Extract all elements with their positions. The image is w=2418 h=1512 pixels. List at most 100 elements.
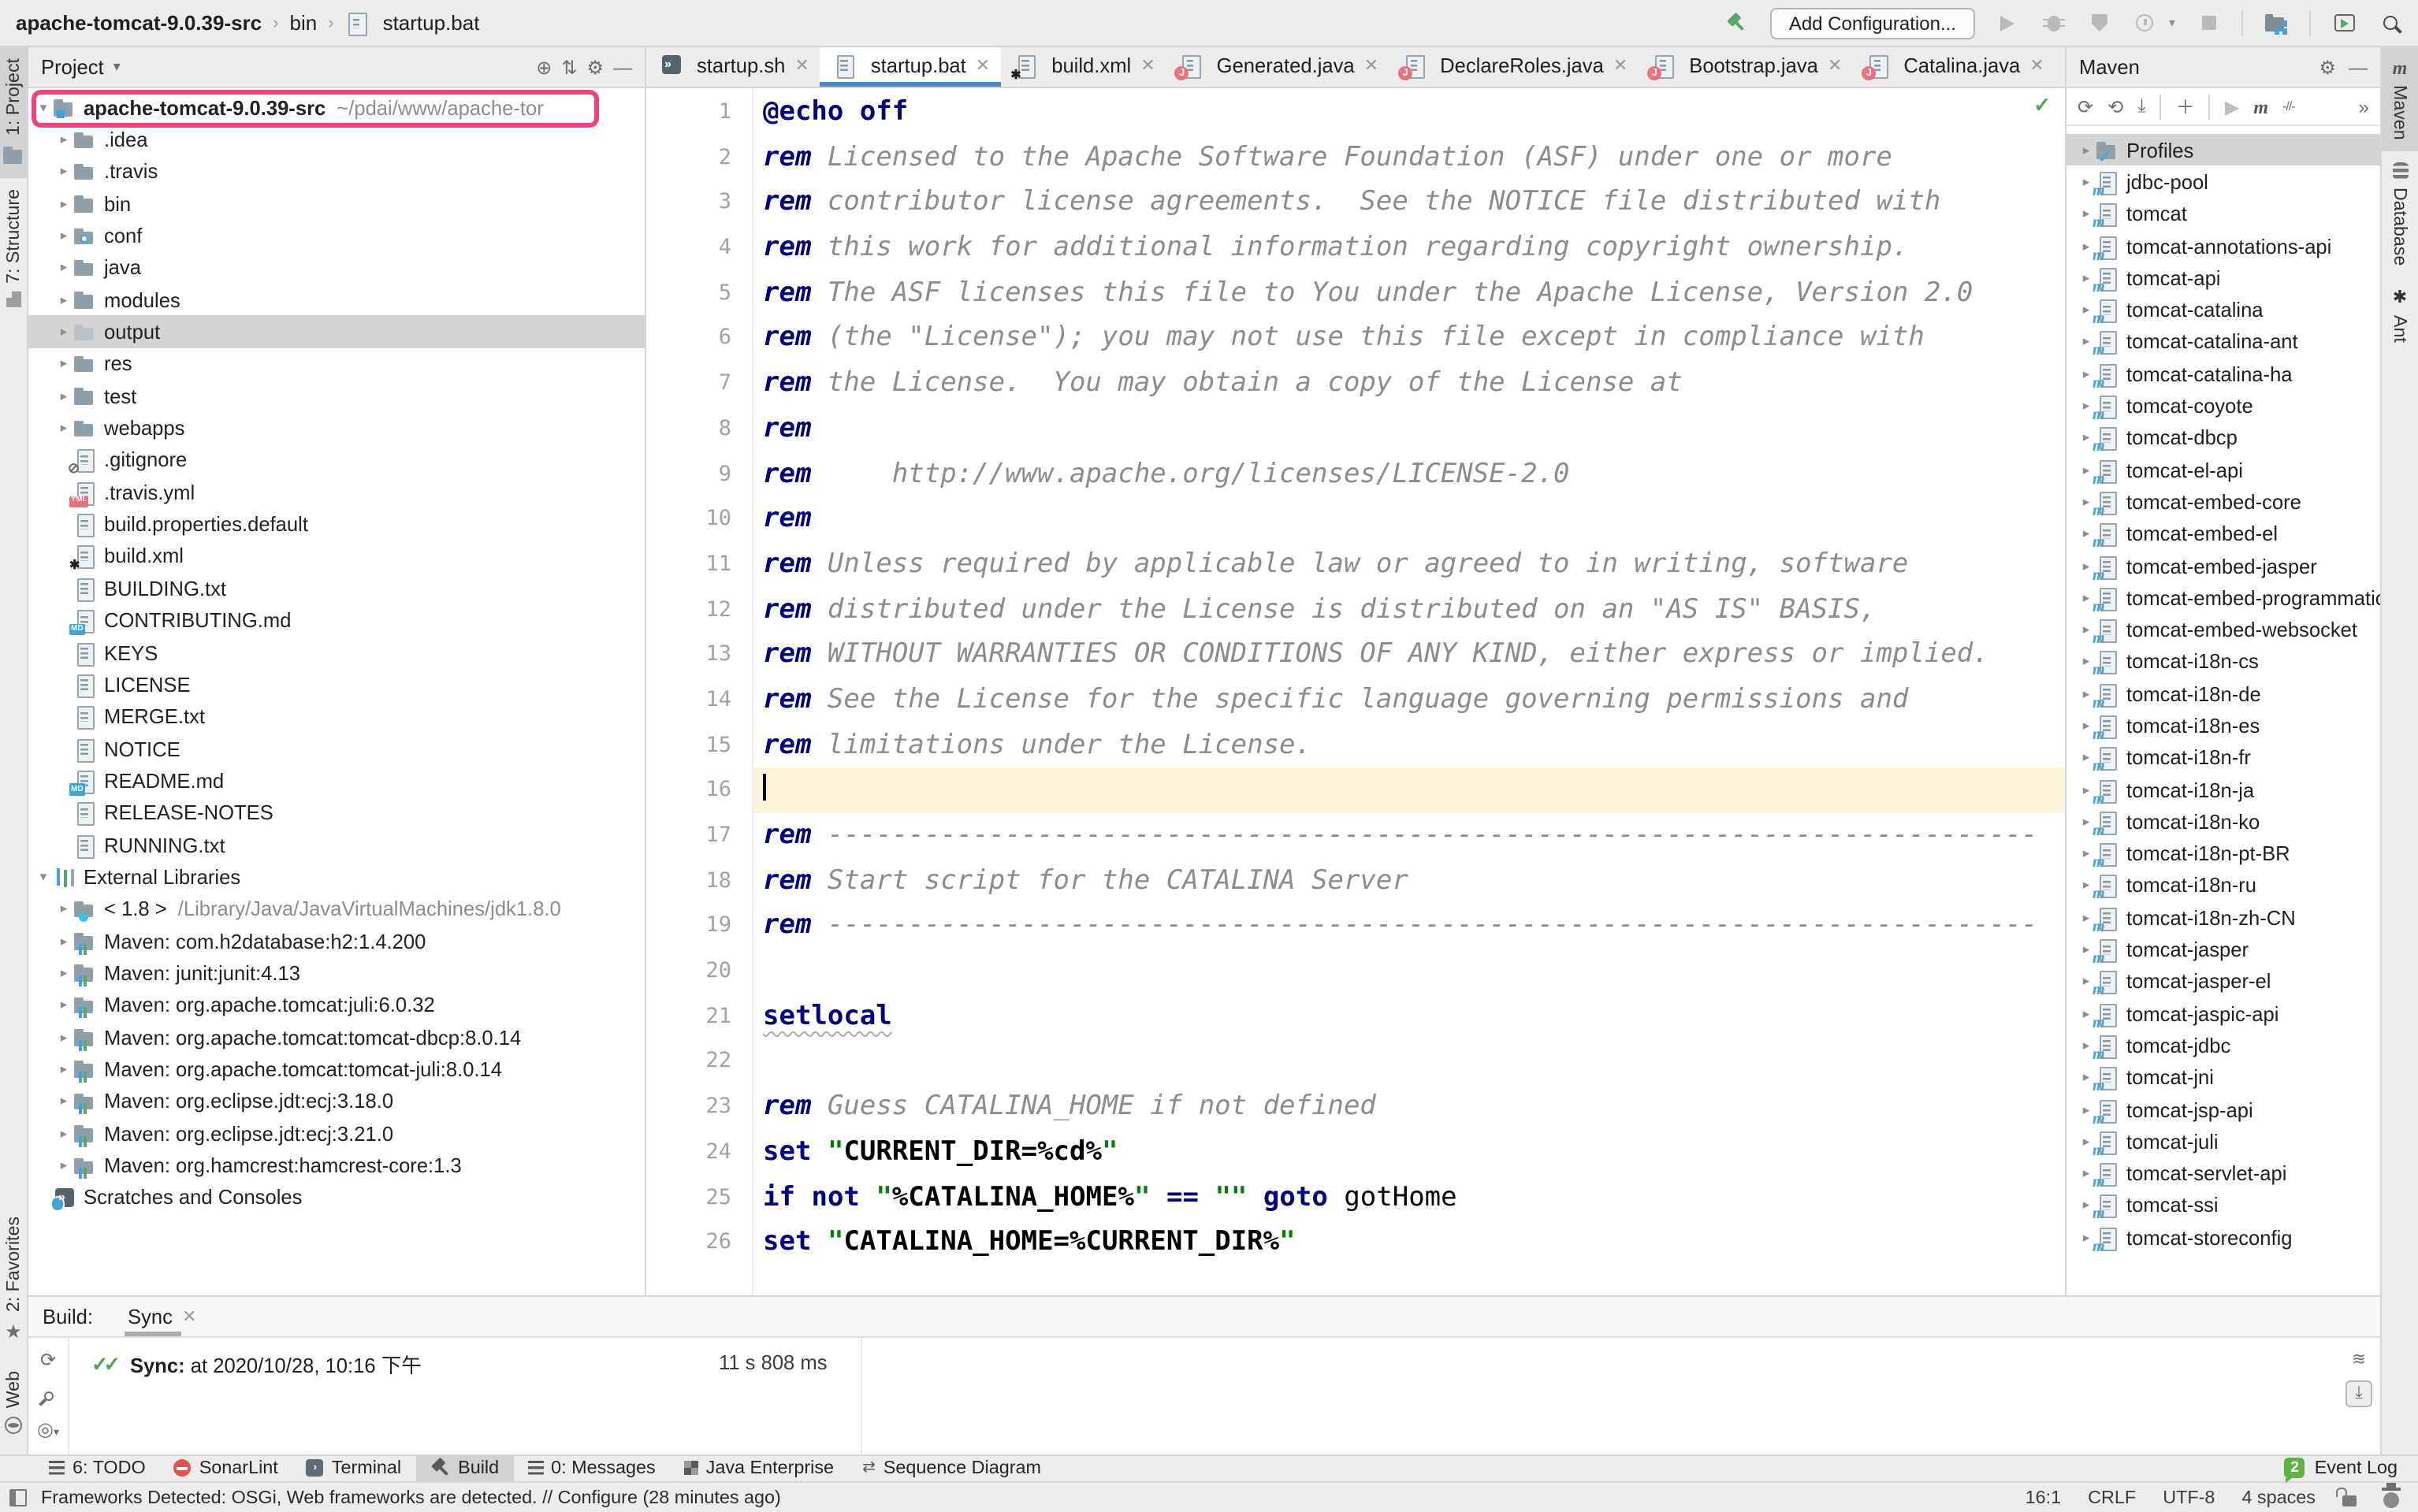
maven-item[interactable]: ▸mtomcat-jasper [2066, 934, 2380, 966]
code-line[interactable]: rem (the "License"); you may not use thi… [753, 316, 2065, 361]
panel-settings-icon[interactable]: ⚙ [586, 56, 604, 78]
status-widget-line-separator[interactable]: CRLF [2088, 1488, 2136, 1508]
tab-startup-bat[interactable]: startup.bat✕ [820, 47, 1001, 87]
add-configuration-button[interactable]: Add Configuration... [1770, 7, 1975, 39]
close-icon[interactable]: ✕ [794, 54, 809, 75]
collapse-all-icon[interactable]: ⇅ [561, 56, 577, 78]
maven-item[interactable]: ▸mtomcat-i18n-ru [2066, 870, 2380, 902]
tree-row[interactable]: »Scratches and Consoles [28, 1181, 645, 1213]
breadcrumb-item[interactable]: startup.bat [345, 11, 480, 35]
tab-startup-sh[interactable]: »startup.sh✕ [646, 47, 820, 87]
code-line[interactable]: rem WITHOUT WARRANTIES OR CONDITIONS OF … [753, 633, 2065, 678]
maven-item[interactable]: ▸mtomcat-el-api [2066, 454, 2380, 486]
tree-row[interactable]: MDREADME.md [28, 764, 645, 797]
chevron-right-icon[interactable]: ▸ [55, 1061, 73, 1078]
tree-row[interactable]: ▸Maven: org.hamcrest:hamcrest-core:1.3 [28, 1150, 645, 1182]
status-widget-indent[interactable]: 4 spaces [2241, 1488, 2316, 1508]
code-line[interactable]: set "CURRENT_DIR=%cd%" [753, 1130, 2065, 1175]
chevron-right-icon[interactable]: ▸ [55, 163, 73, 180]
code-line[interactable]: rem The ASF licenses this file to You un… [753, 271, 2065, 316]
pin-icon[interactable] [42, 1390, 55, 1403]
tab-build-xml[interactable]: ✱build.xml✕ [1001, 47, 1166, 87]
toolwindow-button-java-enterprise[interactable]: Java Enterprise [670, 1455, 848, 1481]
maven-item[interactable]: ▸mtomcat-i18n-de [2066, 678, 2380, 710]
highlighting-level-icon[interactable] [2383, 1492, 2399, 1508]
inspections-ok-icon[interactable]: ✓ [2033, 93, 2051, 118]
chevron-right-icon[interactable]: ▸ [55, 419, 73, 437]
tab-bootstrap-java[interactable]: JBootstrap.java✕ [1639, 47, 1853, 87]
generate-sources-icon[interactable]: ⟲ [2107, 95, 2123, 117]
hide-panel-icon[interactable]: — [2349, 56, 2368, 78]
search-everywhere-icon[interactable] [2377, 10, 2402, 35]
chevron-right-icon[interactable]: ▸ [55, 388, 73, 405]
code-editor[interactable]: 1234567891011121314151617181920212223242… [646, 88, 2065, 1295]
code-line[interactable]: setlocal [753, 994, 2065, 1039]
maven-item[interactable]: ▸mtomcat-jni [2066, 1061, 2380, 1094]
maven-item[interactable]: ▸mtomcat-i18n-fr [2066, 741, 2380, 774]
maven-item[interactable]: ▸mtomcat-embed-el [2066, 518, 2380, 550]
soft-wrap-icon[interactable]: ≋ [2345, 1346, 2372, 1373]
event-log-button[interactable]: 2 Event Log [2285, 1455, 2418, 1481]
tree-row[interactable]: ▸test [28, 380, 645, 412]
coverage-icon[interactable] [2087, 10, 2112, 35]
maven-item[interactable]: ▸mtomcat-embed-jasper [2066, 550, 2380, 582]
chevron-right-icon[interactable]: ▸ [55, 259, 73, 277]
toolwindow-button-build[interactable]: Build [415, 1455, 513, 1481]
status-message[interactable]: Frameworks Detected: OSGi, Web framework… [41, 1488, 781, 1508]
code-line[interactable]: rem Start script for the CATALINA Server [753, 858, 2065, 903]
tree-row[interactable]: ▸Maven: com.h2database:h2:1.4.200 [28, 925, 645, 957]
status-widget-caret-position[interactable]: 16:1 [2026, 1488, 2062, 1508]
tree-row[interactable]: ▸Maven: junit:junit:4.13 [28, 957, 645, 990]
toolwindow-button-sequence-diagram[interactable]: ⇄Sequence Diagram [848, 1455, 1055, 1481]
tree-row[interactable]: MDCONTRIBUTING.md [28, 604, 645, 637]
close-icon[interactable]: ✕ [1140, 54, 1155, 75]
build-hammer-icon[interactable] [1724, 10, 1750, 35]
tree-row[interactable]: ▸Maven: org.apache.tomcat:juli:6.0.32 [28, 989, 645, 1021]
maven-item[interactable]: ▸mtomcat-i18n-cs [2066, 646, 2380, 678]
breadcrumb-item[interactable]: bin [290, 11, 318, 35]
code-line[interactable]: rem [753, 407, 2065, 451]
chevron-right-icon[interactable]: ▸ [55, 227, 73, 244]
tool-strip-button-2-favorites[interactable]: 2: Favorites★ [0, 1206, 28, 1354]
chevron-down-icon[interactable]: ▾ [35, 868, 52, 886]
chevron-right-icon[interactable]: ▸ [55, 1028, 73, 1046]
maven-item[interactable]: ▸mtomcat-embed-core [2066, 486, 2380, 518]
maven-item[interactable]: ▸mtomcat-storeconfig [2066, 1221, 2380, 1254]
chevron-right-icon[interactable]: ▸ [55, 997, 73, 1014]
code-line[interactable]: rem ------------------------------------… [753, 904, 2065, 949]
tool-strip-button-1-project[interactable]: 1: Project [0, 47, 28, 178]
lock-icon[interactable] [2342, 1495, 2357, 1506]
code-line[interactable]: rem this work for additional information… [753, 225, 2065, 270]
tree-row[interactable]: ▸< 1.8 >/Library/Java/JavaVirtualMachine… [28, 893, 645, 925]
tool-strip-button-ant[interactable]: ✱Ant [2381, 277, 2418, 355]
scroll-to-end-icon[interactable]: ⤓ [2345, 1380, 2372, 1407]
add-maven-project-icon[interactable]: ＋ [2176, 93, 2195, 120]
chevron-right-icon[interactable]: ▸ [55, 964, 73, 982]
chevron-right-icon[interactable]: ▸ [55, 323, 73, 340]
profiler-icon[interactable] [2133, 10, 2158, 35]
code-line[interactable]: if not "%CATALINA_HOME%" == "" goto gotH… [753, 1175, 2065, 1220]
maven-item[interactable]: ▸✓Profiles [2066, 134, 2380, 166]
tree-row[interactable]: RELEASE-NOTES [28, 797, 645, 829]
code-line[interactable]: @echo off [753, 90, 2065, 135]
profiler-dropdown-icon[interactable]: ▾ [2169, 16, 2175, 30]
close-icon[interactable]: ✕ [1828, 54, 1842, 75]
maven-item[interactable]: ▸mtomcat-catalina [2066, 294, 2380, 326]
tree-row[interactable]: ▾External Libraries [28, 861, 645, 893]
maven-item[interactable]: ▸mtomcat-i18n-pt-BR [2066, 838, 2380, 870]
chevron-right-icon[interactable]: ▸ [55, 1093, 73, 1110]
tree-row[interactable]: build.properties.default [28, 508, 645, 541]
chevron-right-icon[interactable]: ▸ [55, 291, 73, 308]
tree-row[interactable]: ⊘.gitignore [28, 444, 645, 477]
maven-item[interactable]: ▸mtomcat-ssi [2066, 1190, 2380, 1222]
chevron-right-icon[interactable]: ▸ [2078, 141, 2095, 158]
tree-row[interactable]: ▸conf [28, 220, 645, 252]
toolwindow-button-6-todo[interactable]: 6: TODO [35, 1455, 160, 1481]
filter-icon[interactable]: ◎▾ [37, 1418, 59, 1440]
maven-item[interactable]: ▸mtomcat-jdbc [2066, 1030, 2380, 1062]
tree-row[interactable]: ▸Maven: org.apache.tomcat:tomcat-juli:8.… [28, 1053, 645, 1086]
toolwindow-toggle-icon[interactable] [9, 1489, 27, 1506]
chevron-down-icon[interactable]: ▾ [113, 58, 121, 76]
status-widget-encoding[interactable]: UTF-8 [2163, 1488, 2215, 1508]
code-line[interactable]: rem http://www.apache.org/licenses/LICEN… [753, 451, 2065, 496]
